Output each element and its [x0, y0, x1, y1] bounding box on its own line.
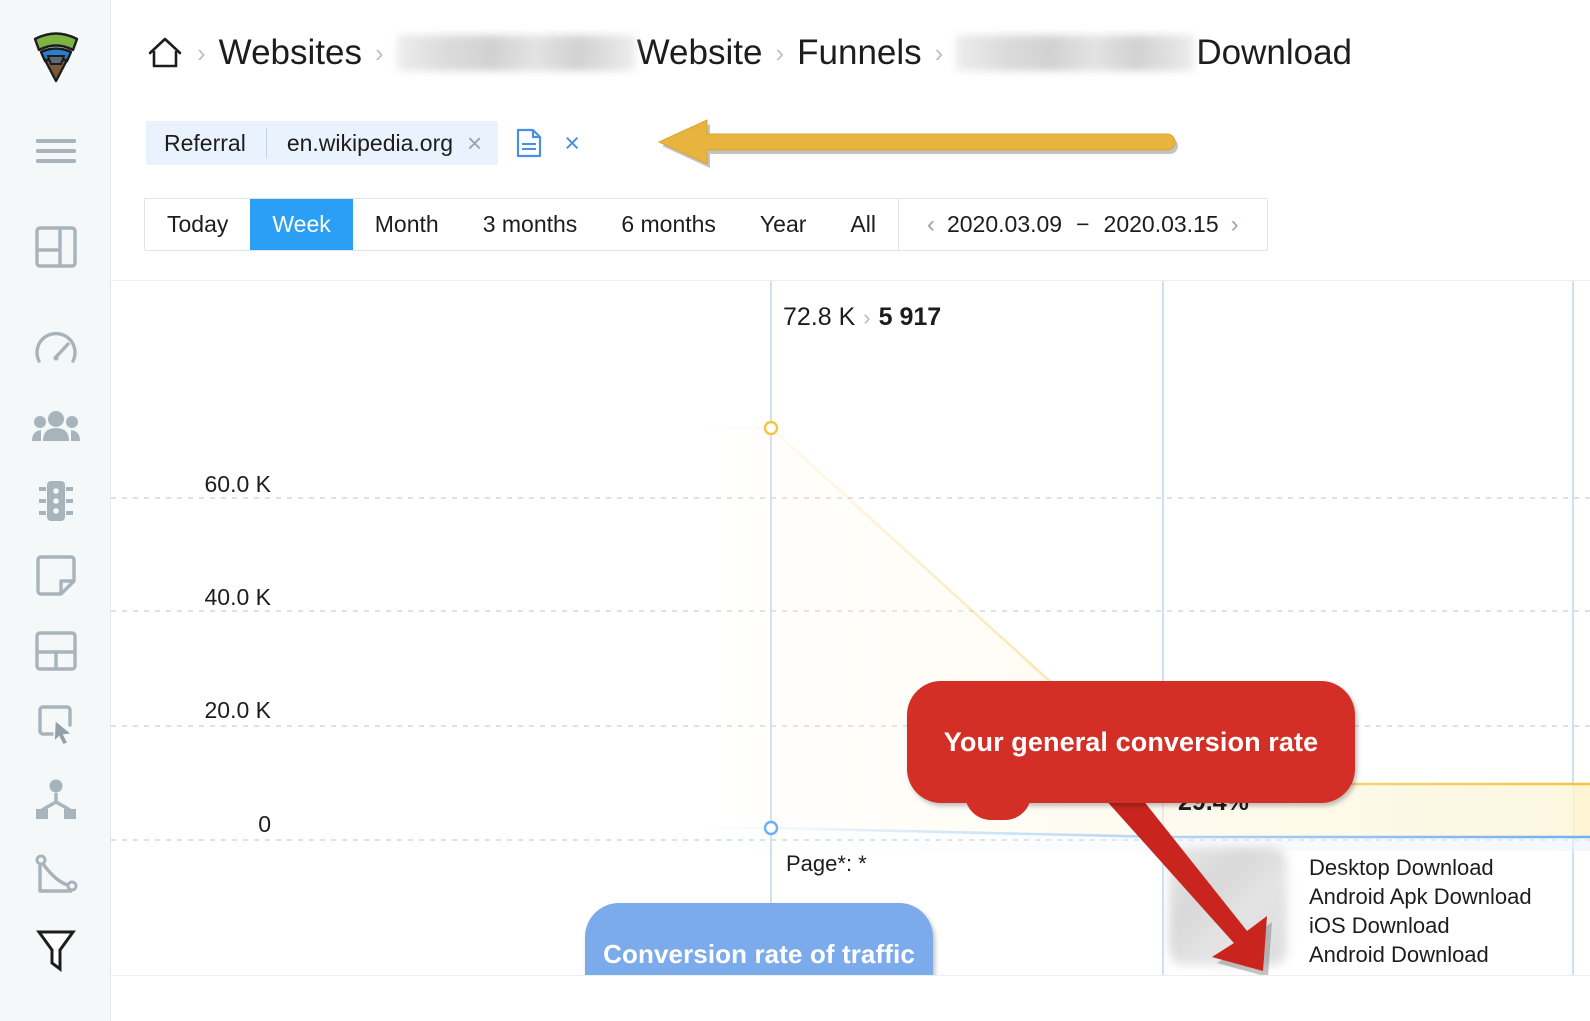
segment-remove-icon[interactable]: ×: [465, 130, 498, 156]
date-range-prev-icon[interactable]: ‹: [915, 211, 947, 239]
date-range-end: 2020.03.15: [1103, 211, 1219, 237]
breadcrumb-item-website[interactable]: Website: [637, 35, 763, 70]
breadcrumb-separator: ›: [934, 37, 944, 68]
segment-pill[interactable]: Referral en.wikipedia.org ×: [146, 121, 499, 165]
segment-value-label: en.wikipedia.org: [286, 129, 454, 156]
y-axis-tick-60k: 60.0 K: [204, 471, 272, 497]
transitions-icon[interactable]: [0, 850, 111, 900]
speedometer-icon[interactable]: [0, 327, 111, 377]
matomo-logo-icon[interactable]: [0, 18, 111, 90]
breadcrumb-item-download[interactable]: Download: [1196, 35, 1352, 70]
bottom-strip: [111, 976, 1590, 1021]
breadcrumb: › Websites › Website › Funnels › Downloa…: [111, 0, 1590, 105]
period-6-months[interactable]: 6 months: [599, 199, 738, 250]
funnel-icon[interactable]: [0, 925, 111, 975]
annotation-text: Your general conversion rate: [943, 726, 1319, 757]
funnel-chart[interactable]: 60.0 K 40.0 K 20.0 K 0 72.8 K›5 917 15.1…: [111, 280, 1590, 976]
period-week[interactable]: Week: [250, 199, 353, 250]
node-tree-icon[interactable]: [0, 775, 111, 825]
segment-highlight-arrow: [657, 119, 1178, 168]
list-item: Android Apk Download: [1309, 884, 1532, 910]
funnel-arrow-icon: ›: [863, 305, 871, 330]
cursor-click-icon[interactable]: [0, 700, 111, 750]
segment-dimension-label: Referral: [164, 129, 246, 156]
left-sidebar: [0, 0, 111, 1021]
breadcrumb-blurred-site-name: [396, 34, 635, 71]
data-point-marker: [1155, 829, 1171, 845]
page-icon[interactable]: [0, 551, 111, 601]
date-range-next-icon[interactable]: ›: [1219, 211, 1251, 239]
funnel-conversions-value: 5 917: [878, 303, 942, 331]
list-item: Desktop Download: [1309, 855, 1494, 880]
y-axis-tick-20k: 20.0 K: [204, 697, 272, 723]
funnel-step-1-label: Page*: *: [786, 851, 867, 876]
period-month[interactable]: Month: [353, 199, 461, 250]
legend-names: Desktop Download Android Apk Download iO…: [1309, 847, 1532, 969]
period-today[interactable]: Today: [145, 199, 250, 250]
data-point-marker: [763, 420, 779, 436]
breadcrumb-separator: ›: [197, 37, 206, 68]
traffic-light-icon[interactable]: [0, 476, 111, 526]
breadcrumb-separator: ›: [775, 37, 785, 68]
funnel-header-values: 72.8 K › 5 917: [783, 305, 941, 330]
annotation-bubble-segment-conversion: Conversion rate of traffic referred to b…: [585, 903, 933, 975]
layout-icon[interactable]: [0, 626, 111, 676]
clear-segment-icon[interactable]: ×: [564, 129, 580, 157]
funnel-entries-value: 72.8 K: [783, 303, 856, 331]
annotation-text: Conversion rate of traffic referred to b…: [603, 939, 915, 975]
people-icon[interactable]: [0, 402, 111, 452]
period-year[interactable]: Year: [738, 199, 828, 250]
blurred-thumbnail: [1169, 847, 1287, 965]
date-range-dash: −: [1076, 211, 1090, 237]
list-item: Android Download: [1309, 942, 1489, 968]
save-segment-icon[interactable]: [516, 128, 542, 158]
general-funnel-area-tail: [1573, 784, 1590, 838]
list-item: iOS Download: [1309, 913, 1450, 939]
annotation-bubble-general-conversion: Your general conversion rate: [907, 681, 1355, 820]
date-range-start: 2020.03.09: [946, 211, 1063, 237]
segment-filter-bar: Referral en.wikipedia.org × ×: [146, 121, 580, 165]
breadcrumb-blurred-funnel-name: [956, 34, 1195, 71]
app-window: › Websites › Website › Funnels › Downloa…: [0, 0, 1590, 1021]
home-icon[interactable]: [146, 34, 184, 72]
period-selector: Today Week Month 3 months 6 months Year …: [144, 198, 1268, 251]
period-all[interactable]: All: [828, 199, 898, 250]
y-axis-tick-0: 0: [258, 811, 271, 837]
hamburger-menu-icon[interactable]: [0, 128, 111, 174]
breadcrumb-item-websites[interactable]: Websites: [219, 35, 362, 70]
period-3-months[interactable]: 3 months: [461, 199, 600, 250]
data-point-marker: [763, 820, 779, 836]
breadcrumb-item-funnels[interactable]: Funnels: [797, 35, 922, 70]
breadcrumb-separator: ›: [374, 37, 384, 68]
date-range: ‹ 2020.03.09 − 2020.03.15 ›: [899, 199, 1267, 250]
dashboard-grid-icon[interactable]: [0, 222, 111, 272]
y-axis-tick-40k: 40.0 K: [204, 584, 272, 610]
funnel-step-2-legend: Desktop Download Android Apk Download iO…: [1169, 847, 1532, 969]
